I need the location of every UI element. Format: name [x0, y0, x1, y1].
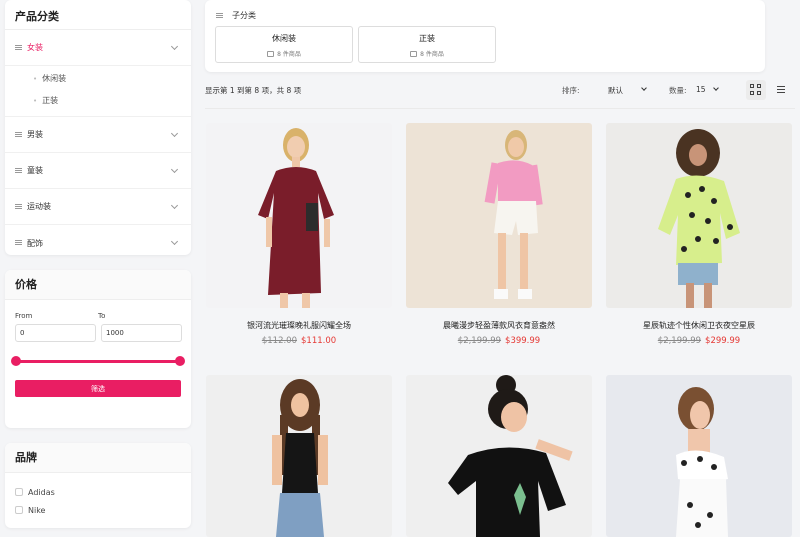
list-icon — [15, 240, 22, 246]
chevron-down-icon[interactable] — [170, 165, 179, 174]
sort-label: 排序: — [562, 86, 580, 95]
product-old-price: $2,199.99 — [457, 336, 502, 346]
category-item-sportswear[interactable]: 运动装 — [5, 189, 191, 225]
product-image[interactable] — [406, 123, 592, 308]
product-name[interactable]: 银河流光璀璨晚礼服闪耀全场 — [206, 320, 392, 331]
sidebar: 产品分类 女装 休闲装 正装 男装 童装 运动装 — [5, 0, 191, 528]
brand-option-adidas[interactable]: Adidas — [5, 483, 191, 501]
count-select[interactable]: 15 — [696, 85, 706, 94]
product-old-price: $2,199.99 — [657, 336, 702, 346]
category-item-kids[interactable]: 童装 — [5, 153, 191, 189]
chevron-down-icon[interactable] — [170, 42, 179, 51]
category-item-men[interactable]: 男装 — [5, 117, 191, 153]
category-label: 运动装 — [27, 202, 51, 211]
product-name[interactable]: 晨曦漫步轻盈薄款风衣育意盎然 — [406, 320, 592, 331]
price-to-label: To — [98, 312, 106, 320]
product-card[interactable] — [206, 375, 392, 537]
package-icon — [410, 50, 418, 57]
divider — [205, 108, 795, 109]
list-icon — [15, 203, 22, 210]
subcategory-casual[interactable]: 休闲装 — [33, 68, 191, 90]
chevron-down-icon[interactable] — [713, 85, 719, 91]
grid-view-icon[interactable] — [746, 80, 766, 100]
price-from-label: From — [15, 312, 33, 320]
brand-option-nike[interactable]: Nike — [5, 501, 191, 519]
sort-select[interactable]: 默认 — [608, 85, 623, 96]
product-card[interactable]: 星辰轨迹个性休闲卫衣夜空星辰 $2,199.99 $299.99 — [606, 123, 792, 346]
slider-max-handle[interactable] — [175, 356, 185, 366]
list-icon — [15, 44, 22, 51]
category-item-accessories[interactable]: 配饰 — [5, 225, 191, 261]
chevron-down-icon[interactable] — [170, 129, 179, 138]
price-filter-card: 价格 From To 筛选 — [5, 270, 191, 428]
brand-filter-card: 品牌 Adidas Nike — [5, 443, 191, 528]
product-card[interactable] — [606, 375, 792, 537]
category-item-women[interactable]: 女装 — [5, 30, 191, 66]
subcategory-box-casual[interactable]: 休闲装 8 件商品 — [215, 26, 353, 63]
product-price: $299.99 — [705, 336, 741, 346]
product-card[interactable]: 银河流光璀璨晚礼服闪耀全场 $112.00 $111.00 — [206, 123, 392, 346]
price-from-input[interactable] — [15, 324, 96, 342]
price-range-slider[interactable] — [11, 356, 185, 366]
subcategory-panel: 子分类 休闲装 8 件商品 正装 8 件商品 — [205, 0, 765, 72]
price-to-input[interactable] — [101, 324, 182, 342]
subcategory-name: 休闲装 — [272, 34, 296, 43]
slider-min-handle[interactable] — [11, 356, 21, 366]
list-view-icon[interactable] — [777, 86, 785, 94]
product-image[interactable] — [406, 375, 592, 537]
category-title: 产品分类 — [5, 8, 191, 30]
brand-title: 品牌 — [5, 443, 191, 473]
shop-page: 产品分类 女装 休闲装 正装 男装 童装 运动装 — [0, 0, 800, 537]
category-label: 女装 — [27, 43, 43, 52]
chevron-down-icon[interactable] — [170, 237, 179, 246]
filter-button[interactable]: 筛选 — [15, 380, 181, 397]
subcategory-box-formal[interactable]: 正装 8 件商品 — [358, 26, 496, 63]
price-title: 价格 — [5, 270, 191, 300]
product-image[interactable] — [606, 375, 792, 537]
brand-label: Adidas — [28, 487, 55, 497]
product-card[interactable]: 晨曦漫步轻盈薄款风衣育意盎然 $2,199.99 $399.99 — [406, 123, 592, 346]
product-old-price: $112.00 — [261, 336, 297, 346]
slider-track — [15, 360, 181, 363]
product-price: $399.99 — [505, 336, 541, 346]
count-label: 数量: — [669, 86, 687, 95]
category-card: 产品分类 女装 休闲装 正装 男装 童装 运动装 — [5, 0, 191, 255]
list-icon — [216, 12, 223, 19]
product-image[interactable] — [206, 123, 392, 308]
subcategory-formal[interactable]: 正装 — [33, 90, 191, 112]
product-price: $111.00 — [301, 336, 337, 346]
subcategory-name: 正装 — [419, 34, 435, 43]
result-info: 显示第 1 到第 8 项，共 8 项 — [205, 86, 302, 95]
category-label: 童装 — [27, 166, 43, 175]
product-card[interactable] — [406, 375, 592, 537]
category-label: 配饰 — [27, 238, 43, 248]
product-name[interactable]: 星辰轨迹个性休闲卫衣夜空星辰 — [606, 320, 792, 331]
package-icon — [267, 50, 275, 57]
checkbox[interactable] — [15, 488, 23, 496]
subcategory-count: 8 件商品 — [277, 51, 301, 58]
brand-label: Nike — [28, 505, 46, 515]
category-label: 男装 — [27, 130, 43, 139]
product-image[interactable] — [606, 123, 792, 308]
subcategory-list: 休闲装 正装 — [5, 66, 191, 117]
list-icon — [15, 167, 22, 174]
chevron-down-icon[interactable] — [170, 201, 179, 210]
subcategory-count: 8 件商品 — [420, 51, 444, 58]
subcategory-panel-title: 子分类 — [232, 11, 256, 20]
product-image[interactable] — [206, 375, 392, 537]
list-icon — [15, 131, 22, 138]
results-toolbar: 显示第 1 到第 8 项，共 8 项 排序: 默认 数量: 15 — [205, 80, 795, 102]
chevron-down-icon[interactable] — [641, 85, 647, 91]
checkbox[interactable] — [15, 506, 23, 514]
